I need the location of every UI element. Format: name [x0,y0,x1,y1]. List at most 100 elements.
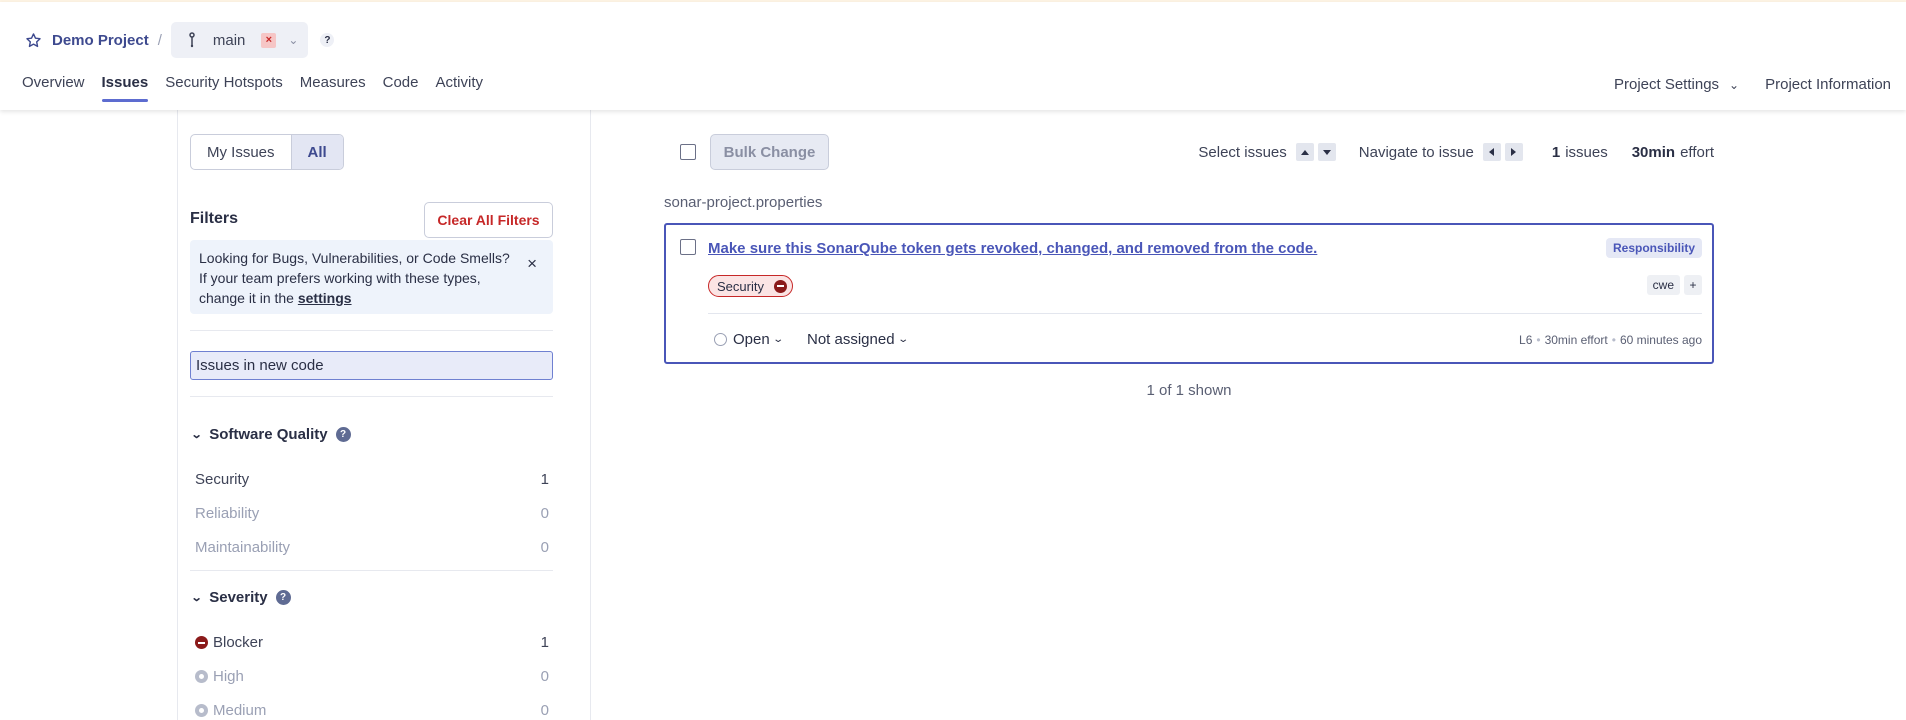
add-tag-button[interactable]: + [1684,275,1702,295]
facet-item-security[interactable]: Security 1 [195,471,549,488]
help-icon[interactable]: ? [335,427,351,442]
issue-meta: L6 • 30min effort • 60 minutes ago [1519,333,1702,347]
issue-checkbox[interactable] [680,239,696,255]
facet-item-medium[interactable]: Medium 0 [195,702,549,719]
facet-item-label: Medium [213,702,267,719]
facet-item-label: Reliability [195,505,260,522]
chevron-down-icon: ⌄ [896,334,909,345]
select-issues-label: Select issues [1198,143,1287,161]
tab-activity[interactable]: Activity [435,74,483,101]
status-label: Open [733,331,770,348]
all-issues-button[interactable]: All [290,135,343,169]
project-header: Demo Project / main × ⌄ ? Overview Issue… [0,2,1906,110]
blocker-severity-icon [773,279,787,293]
issues-toolbar: Bulk Change Select issues Navigate to is… [664,134,1714,170]
arrow-down-key-icon [1317,143,1336,161]
tag[interactable]: cwe [1646,275,1680,295]
facet-item-maintainability[interactable]: Maintainability 0 [195,539,549,556]
divider [190,396,553,397]
project-name-link[interactable]: Demo Project [52,32,149,49]
effort-total: 30min [1631,143,1676,161]
effort-label: effort [1680,143,1714,161]
chevron-down-icon: ⌄ [772,334,784,345]
branch-icon [185,32,199,48]
divider [190,570,553,571]
help-icon[interactable]: ? [275,590,291,605]
shown-count: 1 of 1 shown [1146,382,1232,399]
divider [190,330,553,331]
project-nav-tabs: Overview Issues Security Hotspots Measur… [22,74,500,102]
settings-link[interactable]: settings [298,290,352,306]
branch-selector[interactable]: main × ⌄ [170,22,309,58]
bulk-change-button[interactable]: Bulk Change [710,134,829,170]
facet-title: Software Quality [209,426,328,443]
clean-code-attribute-badge[interactable]: Responsibility [1605,238,1702,258]
facet-item-count: 0 [540,539,549,556]
facet-item-high[interactable]: High 0 [195,668,549,685]
close-icon[interactable]: × [527,254,537,274]
clear-all-filters-button[interactable]: Clear All Filters [424,202,553,238]
chevron-down-icon: ⌄ [288,33,299,47]
software-quality-facet-header[interactable]: ⌄ Software Quality ? [190,426,351,443]
facet-item-count: 0 [540,702,549,719]
filters-title: Filters [190,210,239,227]
breadcrumb-separator: / [157,31,162,49]
medium-severity-icon [195,704,208,717]
issues-scope-toggle: My Issues All [190,134,344,170]
meta-separator: • [1536,333,1541,347]
component-filename: sonar-project.properties [664,194,823,211]
star-icon[interactable] [24,31,42,49]
my-issues-button[interactable]: My Issues [191,135,291,169]
issue-line[interactable]: L6 [1519,333,1532,347]
branch-status-error-icon: × [261,32,277,48]
tab-overview[interactable]: Overview [22,74,85,101]
meta-separator: • [1611,333,1616,347]
help-icon[interactable]: ? [320,33,335,47]
issues-list-panel: Bulk Change Select issues Navigate to is… [664,110,1714,720]
issue-age[interactable]: 60 minutes ago [1620,333,1702,347]
issue-types-notice: Looking for Bugs, Vulnerabilities, or Co… [190,240,553,314]
facet-item-reliability[interactable]: Reliability 0 [195,505,549,522]
tab-measures[interactable]: Measures [300,74,366,101]
issue-card[interactable]: Make sure this SonarQube token gets revo… [664,223,1714,364]
tab-security-hotspots[interactable]: Security Hotspots [165,74,283,101]
project-settings-menu[interactable]: Project Settings [1614,76,1719,93]
facet-item-count: 1 [540,634,549,651]
facet-title: Severity [209,589,268,606]
assignee-label: Not assigned [807,331,895,348]
issue-tags: cwe + [1646,275,1702,295]
chevron-down-icon[interactable]: ⌄ [1729,78,1739,92]
issues-count: 1 [1551,143,1561,161]
issue-title-link[interactable]: Make sure this SonarQube token gets revo… [708,240,1317,257]
branch-name: main [212,31,246,49]
open-status-icon [714,333,727,346]
tab-code[interactable]: Code [383,74,419,101]
navigate-issue-label: Navigate to issue [1358,143,1474,161]
arrow-up-key-icon [1295,143,1314,161]
blocker-severity-icon [195,636,208,649]
facet-item-label: Maintainability [195,539,291,556]
tab-issues[interactable]: Issues [101,74,148,102]
project-information-link[interactable]: Project Information [1765,76,1891,93]
assignee-dropdown[interactable]: Not assigned ⌄ [807,331,909,348]
select-all-checkbox[interactable] [680,144,696,160]
severity-facet-header[interactable]: ⌄ Severity ? [190,589,291,606]
arrow-right-key-icon [1504,143,1523,161]
high-severity-icon [195,670,208,683]
issue-status-dropdown[interactable]: Open ⌄ [714,331,784,348]
toolbar-right: Select issues Navigate to issue 1 issues… [1198,134,1714,170]
issues-in-new-code-filter[interactable]: Issues in new code [190,351,553,380]
filters-sidebar: My Issues All Filters Clear All Filters … [177,110,591,720]
facet-item-count: 1 [540,471,549,488]
chevron-down-icon: ⌄ [190,592,203,604]
issues-count-label: issues [1565,143,1608,161]
facet-item-blocker[interactable]: Blocker 1 [195,634,549,651]
chevron-down-icon: ⌄ [190,429,203,441]
software-quality-badge[interactable]: Security [708,275,793,297]
facet-item-count: 0 [540,668,549,685]
issue-effort: 30min effort [1544,333,1608,347]
facet-item-label: Blocker [213,634,264,651]
notice-text: Looking for Bugs, Vulnerabilities, or Co… [199,250,510,306]
facet-item-count: 0 [540,505,549,522]
software-quality-label: Security [717,278,764,294]
